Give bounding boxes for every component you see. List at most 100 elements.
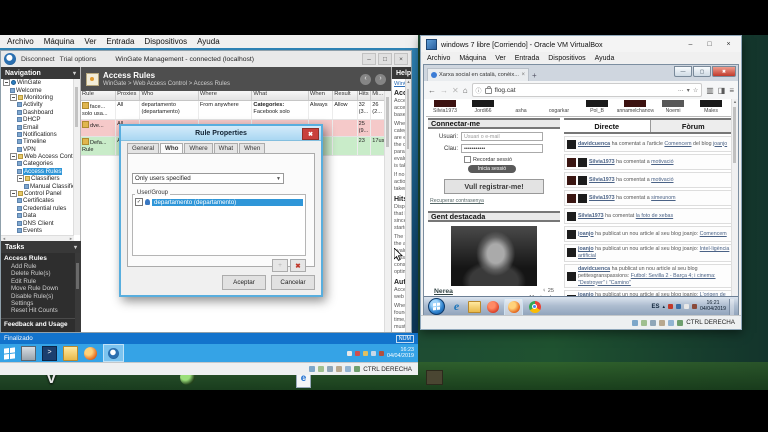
feed-item[interactable]: davidcuenca ha publicat un nou article a… [564,263,736,289]
tree-item-notifications[interactable]: Notifications [1,131,74,138]
language-indicator[interactable]: ES [652,304,660,310]
register-button[interactable]: Vull registrar-me! [444,179,544,194]
tree-item-credential-rules[interactable]: Credential rules [1,205,74,212]
tree-item-dhcp[interactable]: DHCP [1,116,74,123]
task-add-rule[interactable]: Add Rule [1,263,81,270]
feed-link[interactable]: joanjo [578,231,594,237]
library-icon[interactable]: ▥ [706,86,714,95]
home-icon[interactable]: ⌂ [463,86,468,95]
minimize-icon[interactable]: — [674,66,692,77]
task-delete-rule-s[interactable]: Delete Rule(s) [1,270,81,277]
menu-ver[interactable]: Ver [84,37,96,46]
tree-item-activity[interactable]: Activity [1,101,74,108]
help-scrollbar[interactable]: ▲ [405,79,411,332]
pin-icon[interactable]: ▾ [73,70,76,77]
feed-item[interactable]: davidcuenca ha comentat a l'article Come… [564,136,736,152]
tray-expand-icon[interactable]: ▴ [663,304,666,310]
stop-icon[interactable]: ✕ [452,86,459,95]
collapse-icon[interactable] [3,79,10,87]
start-icon[interactable] [428,298,445,315]
tray-icon[interactable] [379,350,385,356]
checkbox-checked-icon[interactable]: ✓ [135,198,143,206]
dialog-tab-where[interactable]: Where [184,143,213,153]
menu-m-quina[interactable]: Máquina [459,55,486,62]
tray-icon[interactable] [692,304,698,309]
avatar-osgarkar[interactable]: osgarkar [540,99,578,116]
menu-archivo[interactable]: Archivo [427,55,450,62]
tree-item-monitoring[interactable]: Monitoring [1,93,74,101]
username-field[interactable] [461,132,543,141]
explorer-icon[interactable] [63,345,78,361]
tray-icon[interactable] [684,304,690,309]
pocket-icon[interactable]: ▾ [687,87,690,94]
feed-link[interactable]: la foto de xebas [636,213,673,219]
tree-item-access-rules[interactable]: Access Rules [1,167,74,175]
avatar-jordi66[interactable]: Jordi66 [464,99,502,116]
task-edit-rule[interactable]: Edit Rule [1,278,81,285]
column-header-when[interactable]: When [309,91,334,100]
tab-forum[interactable]: Fòrum [649,120,736,132]
column-header-result[interactable]: Result [333,91,358,100]
page-actions-icon[interactable]: … [678,87,684,93]
tray-icon[interactable] [363,350,369,356]
menu-ayuda[interactable]: Ayuda [197,37,220,46]
feed-link[interactable]: Comencem [664,141,691,147]
featured-name-link[interactable]: Nerea [434,288,453,295]
task-move-rule-down[interactable]: Move Rule Down [1,285,81,292]
tab-directe[interactable]: Directe [564,120,650,132]
tray-icon[interactable] [347,350,353,356]
cancel-button[interactable]: Cancelar [271,275,315,290]
column-header-what[interactable]: What [252,91,309,100]
server-manager-icon[interactable] [21,345,36,361]
collapse-icon[interactable] [10,190,17,198]
firefox-icon[interactable] [84,346,97,360]
column-header-hits[interactable]: Hits [358,91,372,100]
page-scrollbar[interactable]: ▲ [731,99,738,296]
list-item[interactable]: ✓ departamento (departamento) [135,198,303,206]
accept-button[interactable]: Aceptar [222,275,266,290]
tree-item-events[interactable]: Events [1,227,74,234]
feed-link[interactable]: joanjo [578,246,594,252]
avatar-males[interactable]: Males [692,99,730,116]
nav-scrollbar[interactable] [73,79,80,235]
back-icon[interactable]: ← [428,86,436,95]
feed-link[interactable]: simeunom [651,195,675,201]
url-bar[interactable]: ⓘ flog.cat … ▾ ☆ [471,83,703,97]
menu-dispositivos[interactable]: Dispositivos [548,55,585,62]
feed-link[interactable]: Silvia1973 [589,177,615,183]
menu-entrada[interactable]: Entrada [515,55,540,62]
avatar-pol-b[interactable]: Pol_B [578,99,616,116]
password-field[interactable] [461,144,543,153]
tray-icon[interactable] [676,304,682,309]
browser-tab[interactable]: Xarxa social en català, conèix... × [427,68,529,81]
tree-item-timeline[interactable]: Timeline [1,138,74,145]
tree-item-categories[interactable]: Categories [1,160,74,167]
disconnect-button[interactable]: Disconnect [21,56,55,63]
internet-explorer-icon[interactable]: e [450,299,463,313]
feed-item[interactable]: joanjo ha publicat un nou article al seu… [564,244,736,262]
column-header-who[interactable]: Who [140,91,199,100]
task-disable-rule-s[interactable]: Disable Rule(s) [1,293,81,300]
feed-link[interactable]: Silvia1973 [589,159,615,165]
tree-item-welcome[interactable]: Welcome [1,86,74,94]
bookmark-star-icon[interactable]: ☆ [693,87,698,94]
sidebar-icon[interactable]: ◨ [718,86,726,95]
tray-icon[interactable] [668,304,674,309]
users-mode-select[interactable]: Only users specified ▼ [132,173,284,184]
add-icon[interactable]: + [272,259,288,272]
dialog-tab-general[interactable]: General [127,143,160,153]
close-icon[interactable]: ✖ [712,66,736,77]
tree-item-dns-client[interactable]: DNS Client [1,219,74,227]
maximize-icon[interactable]: ▢ [693,66,711,77]
recover-password-link[interactable]: Recuperar contrasenya [430,198,560,204]
desktop-icon-dark[interactable] [426,370,443,385]
tree-item-email[interactable]: Email [1,123,74,131]
tree-item-wingate[interactable]: WinGate [1,79,74,87]
tasks-footer[interactable]: Feedback and Usage [1,317,81,330]
firefox-active-icon[interactable] [504,297,523,316]
feed-item[interactable]: joanjo ha publicat un nou article al seu… [564,226,736,242]
column-header-rule[interactable]: Rule [81,91,117,100]
menu-icon[interactable]: ≡ [729,86,734,95]
column-header-proxies[interactable]: Proxies [116,91,141,100]
wingate-titlebar[interactable]: Disconnect Trial options WinGate Managem… [1,51,411,68]
